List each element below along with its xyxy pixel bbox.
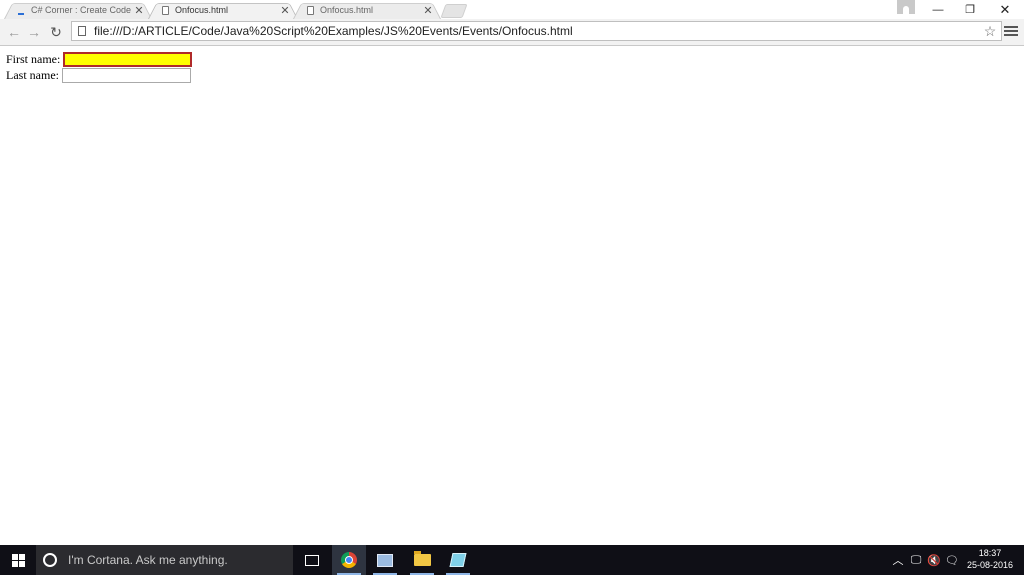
cortana-search-box[interactable]: I'm Cortana. Ask me anything. [36,545,293,575]
restore-button[interactable]: ❐ [954,0,986,19]
network-icon[interactable]: 🖵 [907,545,925,575]
close-icon[interactable]: ✕ [280,4,290,17]
volume-muted-icon[interactable]: 🔇 [925,545,943,575]
page-icon [78,26,86,36]
start-button[interactable] [0,545,36,575]
clock-date: 25-08-2016 [966,560,1014,570]
csharpcorner-icon [18,6,25,15]
app-window-icon [377,553,393,567]
minimize-button[interactable]: — [922,0,954,19]
taskbar: I'm Cortana. Ask me anything. ︿ 🖵 🔇 🗨 18… [0,545,1024,575]
title-bar: C# Corner : Create Code S ✕ Onfocus.html… [0,0,1024,20]
chrome-icon [341,552,357,568]
url-text[interactable]: file:///D:/ARTICLE/Code/Java%20Script%20… [94,24,981,38]
page-icon [307,5,314,15]
notepad-icon [449,553,467,567]
forward-arrow-icon[interactable]: → [24,22,44,42]
first-name-row: First name: [6,52,193,67]
task-view-button[interactable] [295,545,329,575]
last-name-label: Last name: [6,68,59,82]
taskbar-file-explorer[interactable] [405,545,439,575]
search-placeholder: I'm Cortana. Ask me anything. [68,553,228,567]
browser-toolbar: ← → ↻ file:///D:/ARTICLE/Code/Java%20Scr… [0,19,1024,46]
tab-onfocus-active[interactable]: Onfocus.html ✕ [148,1,298,20]
action-center-icon[interactable]: 🗨 [943,545,961,575]
profile-icon[interactable] [897,0,915,14]
first-name-input[interactable] [63,52,193,67]
bookmark-star-icon[interactable]: ☆ [981,23,999,40]
taskbar-notepad[interactable] [441,545,475,575]
chevron-up-icon[interactable]: ︿ [890,545,906,575]
clock-time: 18:37 [978,548,1002,558]
taskbar-app[interactable] [368,545,402,575]
task-view-icon [305,554,319,566]
close-icon[interactable]: ✕ [423,4,433,17]
tab-title: C# Corner : Create Code S [31,5,134,15]
address-bar[interactable]: file:///D:/ARTICLE/Code/Java%20Script%20… [71,21,1002,41]
first-name-label: First name: [6,52,61,66]
close-icon[interactable]: ✕ [134,4,144,17]
tab-onfocus[interactable]: Onfocus.html ✕ [293,1,441,20]
cortana-icon [43,553,57,567]
tab-title: Onfocus.html [320,5,374,15]
reload-icon[interactable]: ↻ [46,22,66,42]
menu-icon[interactable] [1004,24,1018,38]
folder-icon [413,551,431,566]
tab-csharp-corner[interactable]: C# Corner : Create Code S ✕ [4,1,152,20]
clock[interactable]: 18:37 25-08-2016 [962,547,1018,571]
last-name-row: Last name: [6,68,191,83]
new-tab-button[interactable] [440,4,468,18]
windows-icon [11,553,25,567]
tab-title: Onfocus.html [175,5,229,15]
last-name-input[interactable] [61,68,191,83]
taskbar-chrome[interactable] [332,545,366,575]
page-content: First name: Last name: [0,46,1024,544]
close-window-button[interactable]: ✕ [989,0,1021,19]
page-icon [162,5,169,15]
back-arrow-icon[interactable]: ← [4,22,24,42]
